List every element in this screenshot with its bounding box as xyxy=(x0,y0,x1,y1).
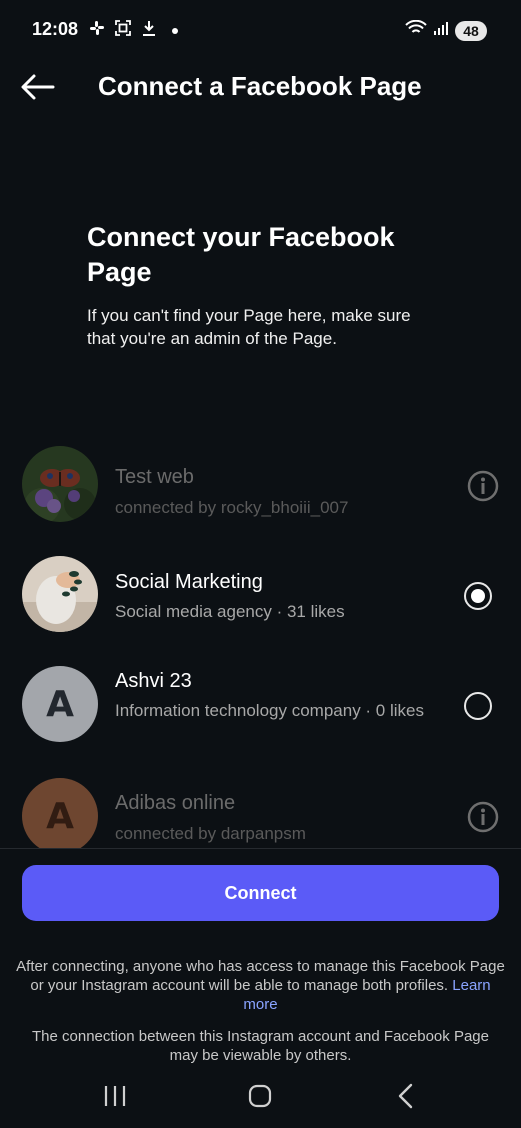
facebook-page-list: Test web connected by rocky_bhoiii_007 S… xyxy=(0,440,521,848)
screenshot-icon xyxy=(114,20,132,41)
info-button[interactable] xyxy=(466,469,500,503)
page-name: Social Marketing xyxy=(115,571,263,593)
divider xyxy=(0,848,521,849)
intro-description: If you can't find your Page here, make s… xyxy=(87,306,411,348)
dot-icon xyxy=(166,22,184,40)
page-subtitle: connected by rocky_bhoiii_007 xyxy=(115,498,349,517)
visibility-notice: The connection between this Instagram ac… xyxy=(32,1028,489,1064)
page-avatar xyxy=(22,446,98,522)
page-avatar xyxy=(22,556,98,632)
avatar-letter: A xyxy=(46,683,74,725)
list-item[interactable]: A Ashvi 23 Information technology compan… xyxy=(0,666,521,766)
app-header: Connect a Facebook Page xyxy=(0,62,521,112)
page-radio[interactable] xyxy=(464,692,492,720)
recent-apps-button[interactable] xyxy=(95,1080,135,1112)
page-avatar: A xyxy=(22,666,98,742)
info-icon xyxy=(467,470,499,502)
info-button[interactable] xyxy=(466,800,500,834)
page-title: Connect a Facebook Page xyxy=(98,71,422,101)
page-name: Test web xyxy=(115,466,194,488)
download-icon xyxy=(140,20,158,41)
back-icon xyxy=(398,1083,413,1109)
status-time: 12:08 xyxy=(32,19,79,39)
page-avatar: A xyxy=(22,778,98,848)
home-icon xyxy=(248,1084,272,1108)
back-arrow-icon xyxy=(21,74,55,100)
connection-notice: After connecting, anyone who has access … xyxy=(16,957,505,1014)
battery-indicator: 48 xyxy=(455,20,487,41)
slack-icon xyxy=(88,20,106,41)
notification-icons xyxy=(88,20,184,41)
info-icon xyxy=(467,801,499,833)
page-name: Ashvi 23 xyxy=(115,670,192,692)
back-button[interactable] xyxy=(20,72,56,102)
nav-back-button[interactable] xyxy=(386,1080,426,1112)
home-button[interactable] xyxy=(240,1080,280,1112)
page-subtitle: Social media agency · 31 likes xyxy=(115,602,345,621)
intro-heading: Connect your Facebook Page xyxy=(87,222,395,287)
signal-icon xyxy=(433,20,449,41)
page-name: Adibas online xyxy=(115,792,236,814)
connect-button[interactable]: Connect xyxy=(22,865,499,921)
recent-apps-icon xyxy=(104,1086,126,1106)
list-item: Test web connected by rocky_bhoiii_007 xyxy=(0,446,521,526)
page-subtitle: Information technology company · 0 likes xyxy=(115,701,424,720)
page-radio-selected[interactable] xyxy=(464,582,492,610)
list-item[interactable]: Social Marketing Social media agency · 3… xyxy=(0,556,521,636)
page-subtitle: connected by darpanpsm xyxy=(115,824,306,843)
list-item: A Adibas online connected by darpanpsm xyxy=(0,778,521,848)
notice-text: After connecting, anyone who has access … xyxy=(16,958,505,994)
wifi-icon xyxy=(405,19,427,41)
status-bar: 12:08 48 xyxy=(0,0,521,62)
system-icons: 48 xyxy=(405,19,487,41)
avatar-letter: A xyxy=(46,795,74,837)
system-nav-bar xyxy=(0,1068,521,1128)
